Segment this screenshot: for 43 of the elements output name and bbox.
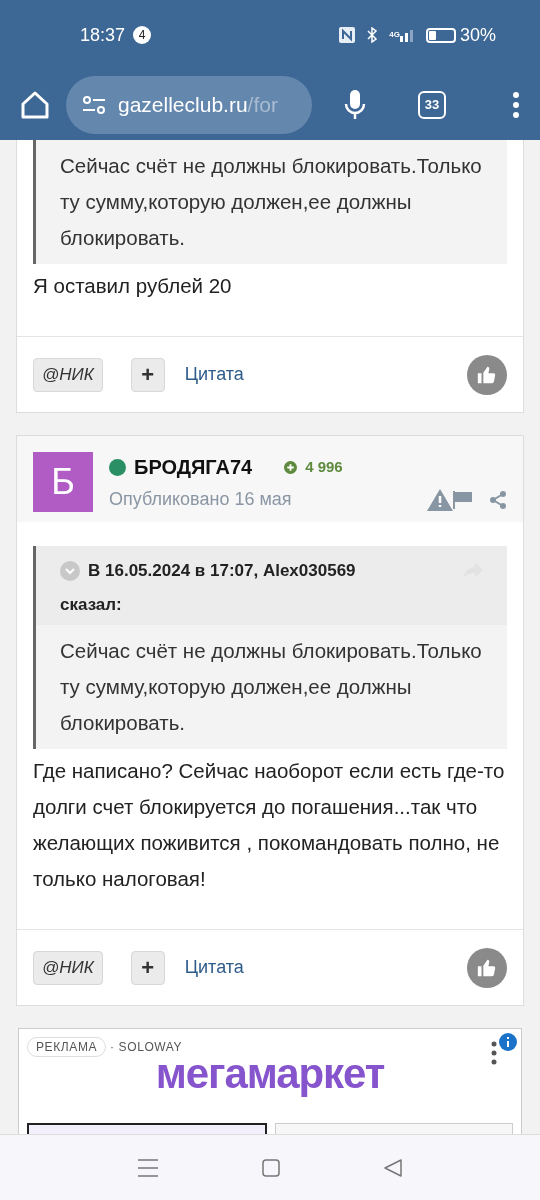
more-vertical-icon[interactable] [512, 92, 520, 118]
battery-percent: 30% [459, 23, 496, 47]
share-icon[interactable] [489, 490, 507, 509]
quote-author: В 16.05.2024 в 17:07, Alex030569 [88, 560, 356, 582]
like-button[interactable] [467, 947, 507, 988]
post-text: Я оставил рублей 20 [32, 273, 233, 299]
site-settings-icon[interactable] [82, 96, 106, 114]
clock: 18:37 [80, 23, 126, 47]
post-text: Где написано? Сейчас наоборот если есть где-то долги счет блокируется до погашения...так что желающих поживится , покомандовать полно, не только налоговая! [32, 758, 506, 892]
ad-info-icon[interactable] [499, 1033, 517, 1051]
notification-badge: 4 [133, 26, 152, 44]
home-icon[interactable] [20, 91, 50, 119]
tab-count-button[interactable]: 33 [418, 91, 446, 119]
plus-circle-icon [284, 460, 298, 474]
quote-link[interactable]: Цитата [184, 954, 244, 981]
flag-icon[interactable] [453, 490, 473, 509]
back-icon[interactable] [384, 1158, 402, 1177]
like-button[interactable] [467, 354, 507, 395]
url-text[interactable]: gazelleclub.ru/for [118, 89, 278, 121]
reputation-count: 4 996 [305, 456, 343, 477]
nfc-icon [339, 27, 356, 43]
bluetooth-icon [367, 27, 378, 43]
quote-said: сказал: [60, 593, 123, 616]
plus-button[interactable]: + [130, 950, 165, 985]
ad-sponsor: · SOLOWAY [110, 1039, 183, 1056]
microphone-icon[interactable] [344, 90, 366, 120]
menu-icon[interactable] [138, 1158, 158, 1177]
plus-button[interactable]: + [130, 357, 165, 392]
more-vertical-icon[interactable] [491, 1041, 497, 1065]
battery-icon [425, 27, 456, 43]
quote-text: Сейчас счёт не должны блокировать.Только ту сумму,которую должен,ее должны блокировать. [59, 638, 483, 736]
quote-text: Сейчас счёт не должны блокировать.Только ту сумму,которую должен,ее должны блокировать. [59, 153, 483, 251]
home-square-icon[interactable] [262, 1158, 280, 1177]
author-name[interactable]: БРОДЯГА74 [134, 452, 253, 482]
publish-date: Опубликовано 16 мая [109, 488, 292, 511]
avatar[interactable]: Б [33, 452, 93, 512]
address-bar[interactable]: gazelleclub.ru/for [66, 76, 312, 134]
network-label: 4G [389, 29, 400, 41]
signal-icon [399, 28, 414, 42]
mention-button[interactable]: @НИК [33, 950, 103, 985]
quote-link[interactable]: Цитата [184, 361, 244, 388]
warning-icon[interactable] [427, 488, 453, 511]
mention-button[interactable]: @НИК [33, 357, 103, 392]
